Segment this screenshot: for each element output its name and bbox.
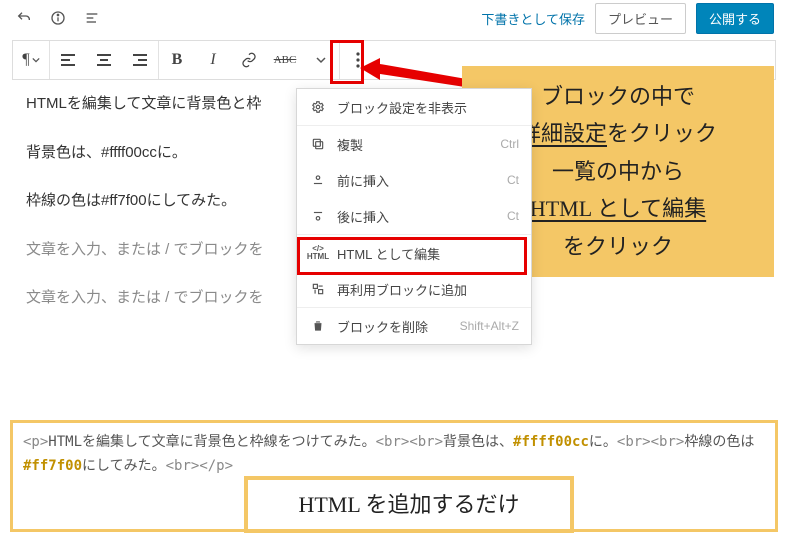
shortcut-text: Ct xyxy=(507,173,519,187)
outline-icon[interactable] xyxy=(82,8,102,28)
insert-before-icon xyxy=(309,173,327,187)
code-highlight: #ff7f00 xyxy=(23,458,82,474)
menu-label: 後に挿入 xyxy=(337,207,497,226)
shortcut-text: Shift+Alt+Z xyxy=(460,319,519,333)
annotation-callout-bottom: HTML を追加するだけ xyxy=(244,476,574,533)
code-tag: <br> xyxy=(166,458,200,474)
code-highlight: #ffff00cc xyxy=(513,434,589,450)
editor-topbar: 下書きとして保存 プレビュー 公開する xyxy=(0,0,788,36)
code-tag: <br> xyxy=(617,434,651,450)
bold-button[interactable]: B xyxy=(159,41,195,79)
code-text: 枠線の色は xyxy=(684,434,754,450)
strike-button[interactable]: ABC xyxy=(267,41,303,79)
menu-insert-before[interactable]: 前に挿入 Ct xyxy=(297,162,531,198)
menu-label: HTML として編集 xyxy=(337,244,519,263)
block-options-menu: ブロック設定を非表示 複製 Ctrl 前に挿入 Ct 後に挿入 Ct </>HT… xyxy=(296,88,532,345)
code-tag: <p> xyxy=(23,434,48,450)
menu-label: ブロックを削除 xyxy=(337,317,450,336)
code-tag: <br> xyxy=(651,434,685,450)
reusable-icon xyxy=(309,282,327,296)
menu-label: 複製 xyxy=(337,135,490,154)
menu-label: 前に挿入 xyxy=(337,171,497,190)
menu-insert-after[interactable]: 後に挿入 Ct xyxy=(297,198,531,234)
shortcut-text: Ct xyxy=(507,209,519,223)
callout-text: HTML を追加するだけ xyxy=(298,492,519,517)
publish-button[interactable]: 公開する xyxy=(696,3,774,34)
align-left-button[interactable] xyxy=(50,41,86,79)
code-tag: <br> xyxy=(376,434,410,450)
align-right-button[interactable] xyxy=(122,41,158,79)
menu-label: ブロック設定を非表示 xyxy=(337,98,519,117)
align-center-button[interactable] xyxy=(86,41,122,79)
trash-icon xyxy=(309,319,327,333)
menu-edit-html[interactable]: </>HTML HTML として編集 xyxy=(297,235,531,271)
shortcut-text: Ctrl xyxy=(500,137,519,151)
info-icon[interactable] xyxy=(48,8,68,28)
duplicate-icon xyxy=(309,137,327,151)
menu-add-reusable[interactable]: 再利用ブロックに追加 xyxy=(297,271,531,307)
code-text: 背景色は、 xyxy=(443,434,513,450)
italic-button[interactable]: I xyxy=(195,41,231,79)
gear-icon xyxy=(309,100,327,114)
topbar-right: 下書きとして保存 プレビュー 公開する xyxy=(481,3,774,34)
pilcrow-button[interactable]: ¶ xyxy=(13,41,49,79)
menu-label: 再利用ブロックに追加 xyxy=(337,280,519,299)
preview-button[interactable]: プレビュー xyxy=(595,3,686,34)
insert-after-icon xyxy=(309,209,327,223)
html-icon: </>HTML xyxy=(309,245,327,261)
code-tag: </p> xyxy=(199,458,233,474)
menu-block-settings[interactable]: ブロック設定を非表示 xyxy=(297,89,531,125)
save-draft-link[interactable]: 下書きとして保存 xyxy=(481,9,585,28)
menu-duplicate[interactable]: 複製 Ctrl xyxy=(297,126,531,162)
code-text: にしてみた。 xyxy=(82,458,166,474)
chevron-down-icon[interactable] xyxy=(303,41,339,79)
code-tag: <br> xyxy=(409,434,443,450)
code-text: に。 xyxy=(589,434,617,450)
menu-remove-block[interactable]: ブロックを削除 Shift+Alt+Z xyxy=(297,308,531,344)
link-button[interactable] xyxy=(231,41,267,79)
undo-icon[interactable] xyxy=(14,8,34,28)
code-text: HTMLを編集して文章に背景色と枠線をつけてみた。 xyxy=(48,434,375,450)
topbar-left xyxy=(14,8,102,28)
more-options-button[interactable] xyxy=(340,41,376,79)
